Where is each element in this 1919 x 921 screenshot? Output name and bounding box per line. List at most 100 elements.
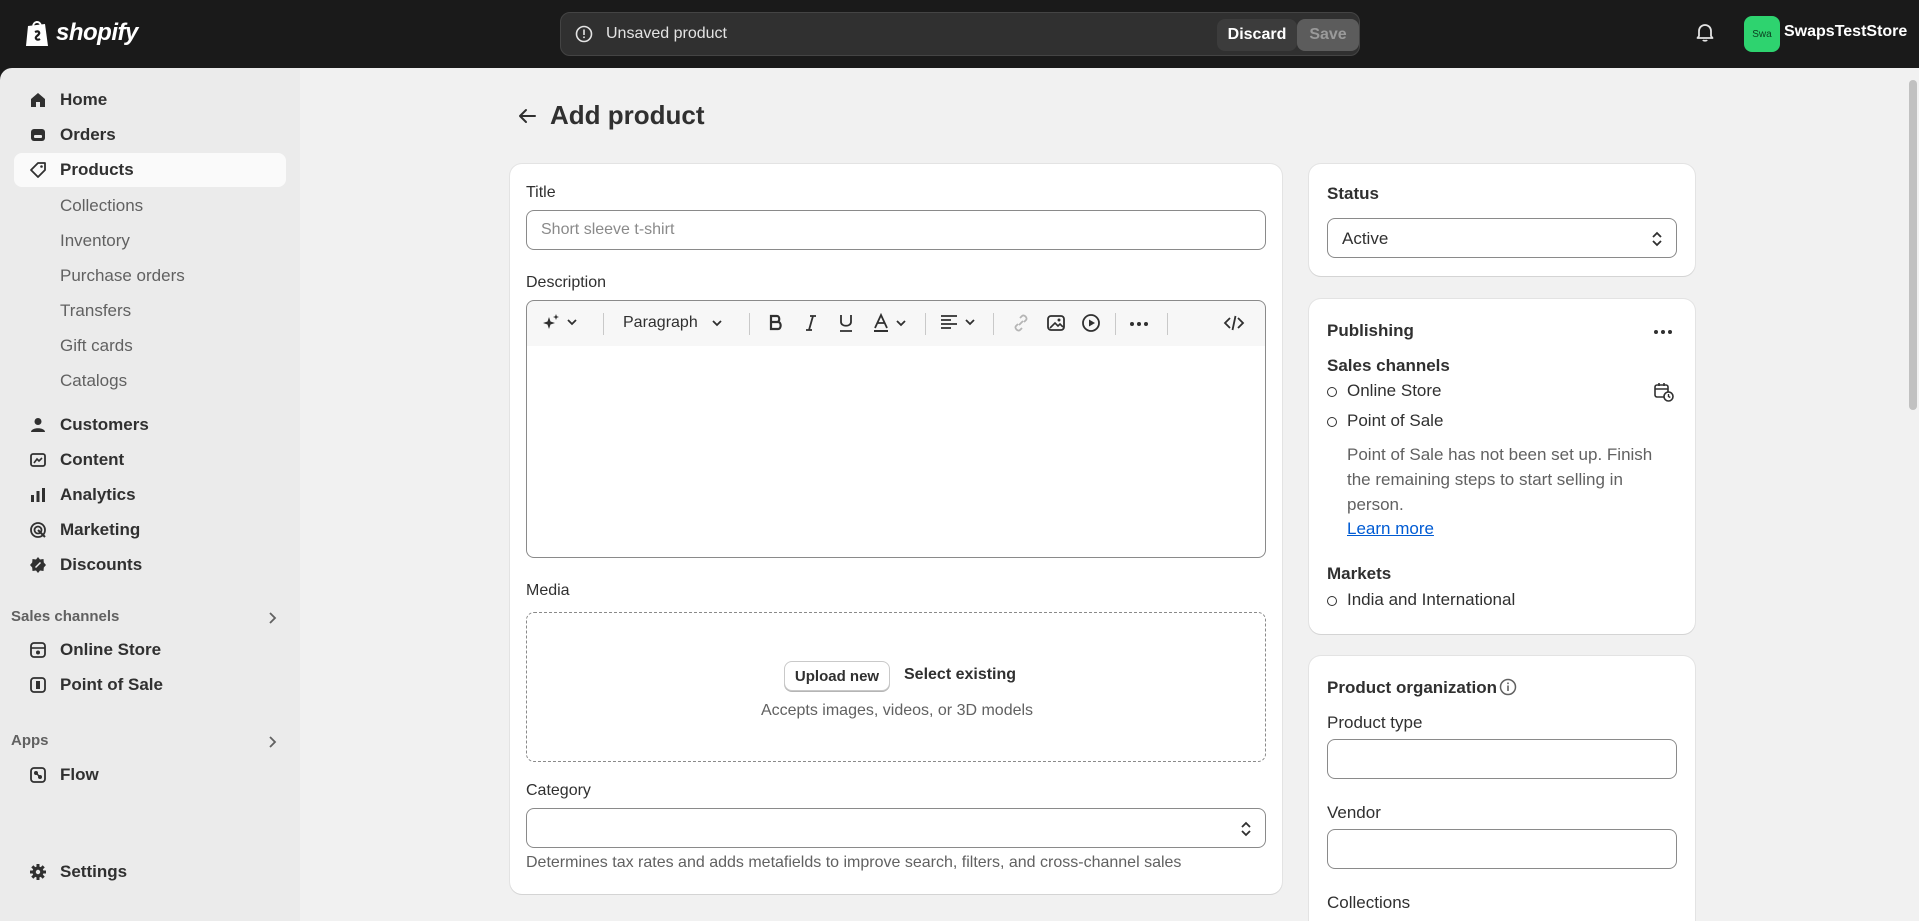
channel-online-store: Online Store	[1347, 381, 1442, 400]
media-label: Media	[526, 582, 570, 599]
text-color-button[interactable]	[872, 313, 908, 333]
shopify-logo[interactable]: shopify	[24, 16, 138, 50]
category-label: Category	[526, 782, 591, 799]
person-icon	[28, 415, 48, 435]
play-circle-icon	[1082, 314, 1100, 332]
main-content: Add product Title Description Paragraph	[300, 68, 1919, 921]
ai-magic-button[interactable]	[543, 313, 579, 331]
category-select[interactable]	[526, 808, 1266, 848]
ellipsis-icon[interactable]	[1653, 329, 1673, 335]
publishing-card: Publishing Sales channels Online Store P…	[1309, 299, 1695, 634]
info-icon[interactable]	[1499, 678, 1517, 696]
tag-icon	[28, 160, 48, 180]
channel-radio[interactable]	[1327, 387, 1337, 397]
chevron-down-icon	[567, 319, 577, 326]
sidebar-subitem-gift-cards[interactable]: Gift cards	[60, 336, 133, 356]
markets-label: Markets	[1327, 564, 1392, 583]
shopify-bag-icon	[26, 21, 48, 46]
sidebar-item-label: Analytics	[60, 485, 136, 504]
sidebar-item-label: Online Store	[60, 640, 162, 659]
insert-video-button[interactable]	[1081, 313, 1101, 333]
sidebar-item-customers[interactable]: Customers	[14, 408, 286, 442]
sales-channels-label: Sales channels	[1327, 356, 1450, 375]
sidebar-item-online-store[interactable]: Online Store	[14, 633, 286, 667]
image-icon	[1047, 315, 1065, 331]
vendor-input[interactable]	[1327, 829, 1677, 869]
store-name[interactable]: SwapsTestStore	[1784, 23, 1907, 41]
analytics-icon	[28, 485, 48, 505]
sidebar-item-marketing[interactable]: Marketing	[14, 513, 286, 547]
product-organization-heading: Product organization	[1327, 678, 1497, 697]
scrollbar-thumb[interactable]	[1909, 80, 1917, 410]
code-icon	[1223, 315, 1245, 331]
sidebar-item-label: Home	[60, 90, 108, 109]
sidebar-item-label: Marketing	[60, 520, 141, 539]
pos-icon	[28, 675, 48, 695]
media-hint: Accepts images, videos, or 3D models	[760, 702, 1034, 719]
more-options-button[interactable]	[1129, 321, 1149, 327]
discount-icon	[28, 555, 48, 575]
alert-circle-icon	[575, 25, 593, 43]
sidebar-item-settings[interactable]: Settings	[14, 855, 286, 889]
category-help-text: Determines tax rates and adds metafields…	[526, 854, 1182, 871]
italic-button[interactable]	[802, 313, 820, 333]
orders-icon	[28, 125, 48, 145]
apps-heading[interactable]: Apps	[11, 732, 49, 749]
sidebar-subitem-transfers[interactable]: Transfers	[60, 301, 131, 321]
sidebar-item-analytics[interactable]: Analytics	[14, 478, 286, 512]
paragraph-label: Paragraph	[623, 314, 698, 331]
sidebar-item-label: Discounts	[60, 555, 143, 574]
media-dropzone[interactable]: Upload new Select existing Accepts image…	[526, 612, 1266, 762]
contextual-save-bar: Unsaved product Discard Save	[560, 12, 1360, 56]
sidebar-item-orders[interactable]: Orders	[14, 118, 286, 152]
product-type-input[interactable]	[1327, 739, 1677, 779]
description-label: Description	[526, 274, 607, 291]
sidebar-item-products[interactable]: Products	[14, 153, 286, 187]
discard-button[interactable]: Discard	[1217, 19, 1297, 51]
sidebar-item-discounts[interactable]: Discounts	[14, 548, 286, 582]
calendar-clock-icon[interactable]	[1653, 381, 1675, 403]
save-button[interactable]: Save	[1297, 19, 1359, 51]
market-radio[interactable]	[1327, 596, 1337, 606]
link-button[interactable]	[1011, 313, 1031, 333]
channel-point-of-sale: Point of Sale	[1347, 411, 1444, 430]
store-icon	[28, 640, 48, 660]
editor-toolbar: Paragraph	[526, 300, 1266, 346]
home-icon	[28, 90, 48, 110]
bell-icon[interactable]	[1694, 21, 1716, 43]
align-left-icon	[941, 315, 957, 329]
arrow-left-icon[interactable]	[516, 106, 538, 126]
page-title: Add product	[550, 100, 705, 130]
content-icon	[28, 450, 48, 470]
chevron-right-icon[interactable]	[266, 735, 278, 749]
chevron-right-icon[interactable]	[266, 611, 278, 625]
publishing-heading: Publishing	[1327, 321, 1414, 340]
sidebar-subitem-catalogs[interactable]: Catalogs	[60, 371, 127, 391]
sidebar-subitem-purchase-orders[interactable]: Purchase orders	[60, 266, 185, 286]
sidebar-item-content[interactable]: Content	[14, 443, 286, 477]
select-existing-button[interactable]: Select existing	[904, 666, 1016, 684]
channel-radio[interactable]	[1327, 417, 1337, 427]
sidebar-subitem-inventory[interactable]: Inventory	[60, 231, 130, 251]
bold-button[interactable]	[767, 313, 785, 333]
sidebar-subitem-collections[interactable]: Collections	[60, 196, 143, 216]
sidebar: Home Orders Products Collections Invento…	[0, 68, 300, 921]
text-color-icon	[874, 313, 888, 332]
sidebar-item-flow[interactable]: Flow	[14, 758, 286, 792]
html-source-button[interactable]	[1223, 313, 1245, 333]
paragraph-format-select[interactable]: Paragraph	[623, 314, 724, 332]
upload-new-button[interactable]: Upload new	[784, 661, 890, 691]
sidebar-item-home[interactable]: Home	[14, 83, 286, 117]
status-select[interactable]: Active	[1327, 218, 1677, 258]
avatar[interactable]: Swa	[1744, 16, 1780, 52]
alignment-button[interactable]	[939, 313, 977, 331]
description-editor[interactable]	[526, 346, 1266, 558]
sales-channels-heading[interactable]: Sales channels	[11, 608, 119, 625]
title-input[interactable]	[526, 210, 1266, 250]
underline-button[interactable]	[837, 313, 855, 333]
bold-icon	[769, 314, 782, 331]
flow-icon	[28, 765, 48, 785]
sidebar-item-point-of-sale[interactable]: Point of Sale	[14, 668, 286, 702]
insert-image-button[interactable]	[1046, 313, 1066, 333]
learn-more-link[interactable]: Learn more	[1347, 519, 1434, 539]
